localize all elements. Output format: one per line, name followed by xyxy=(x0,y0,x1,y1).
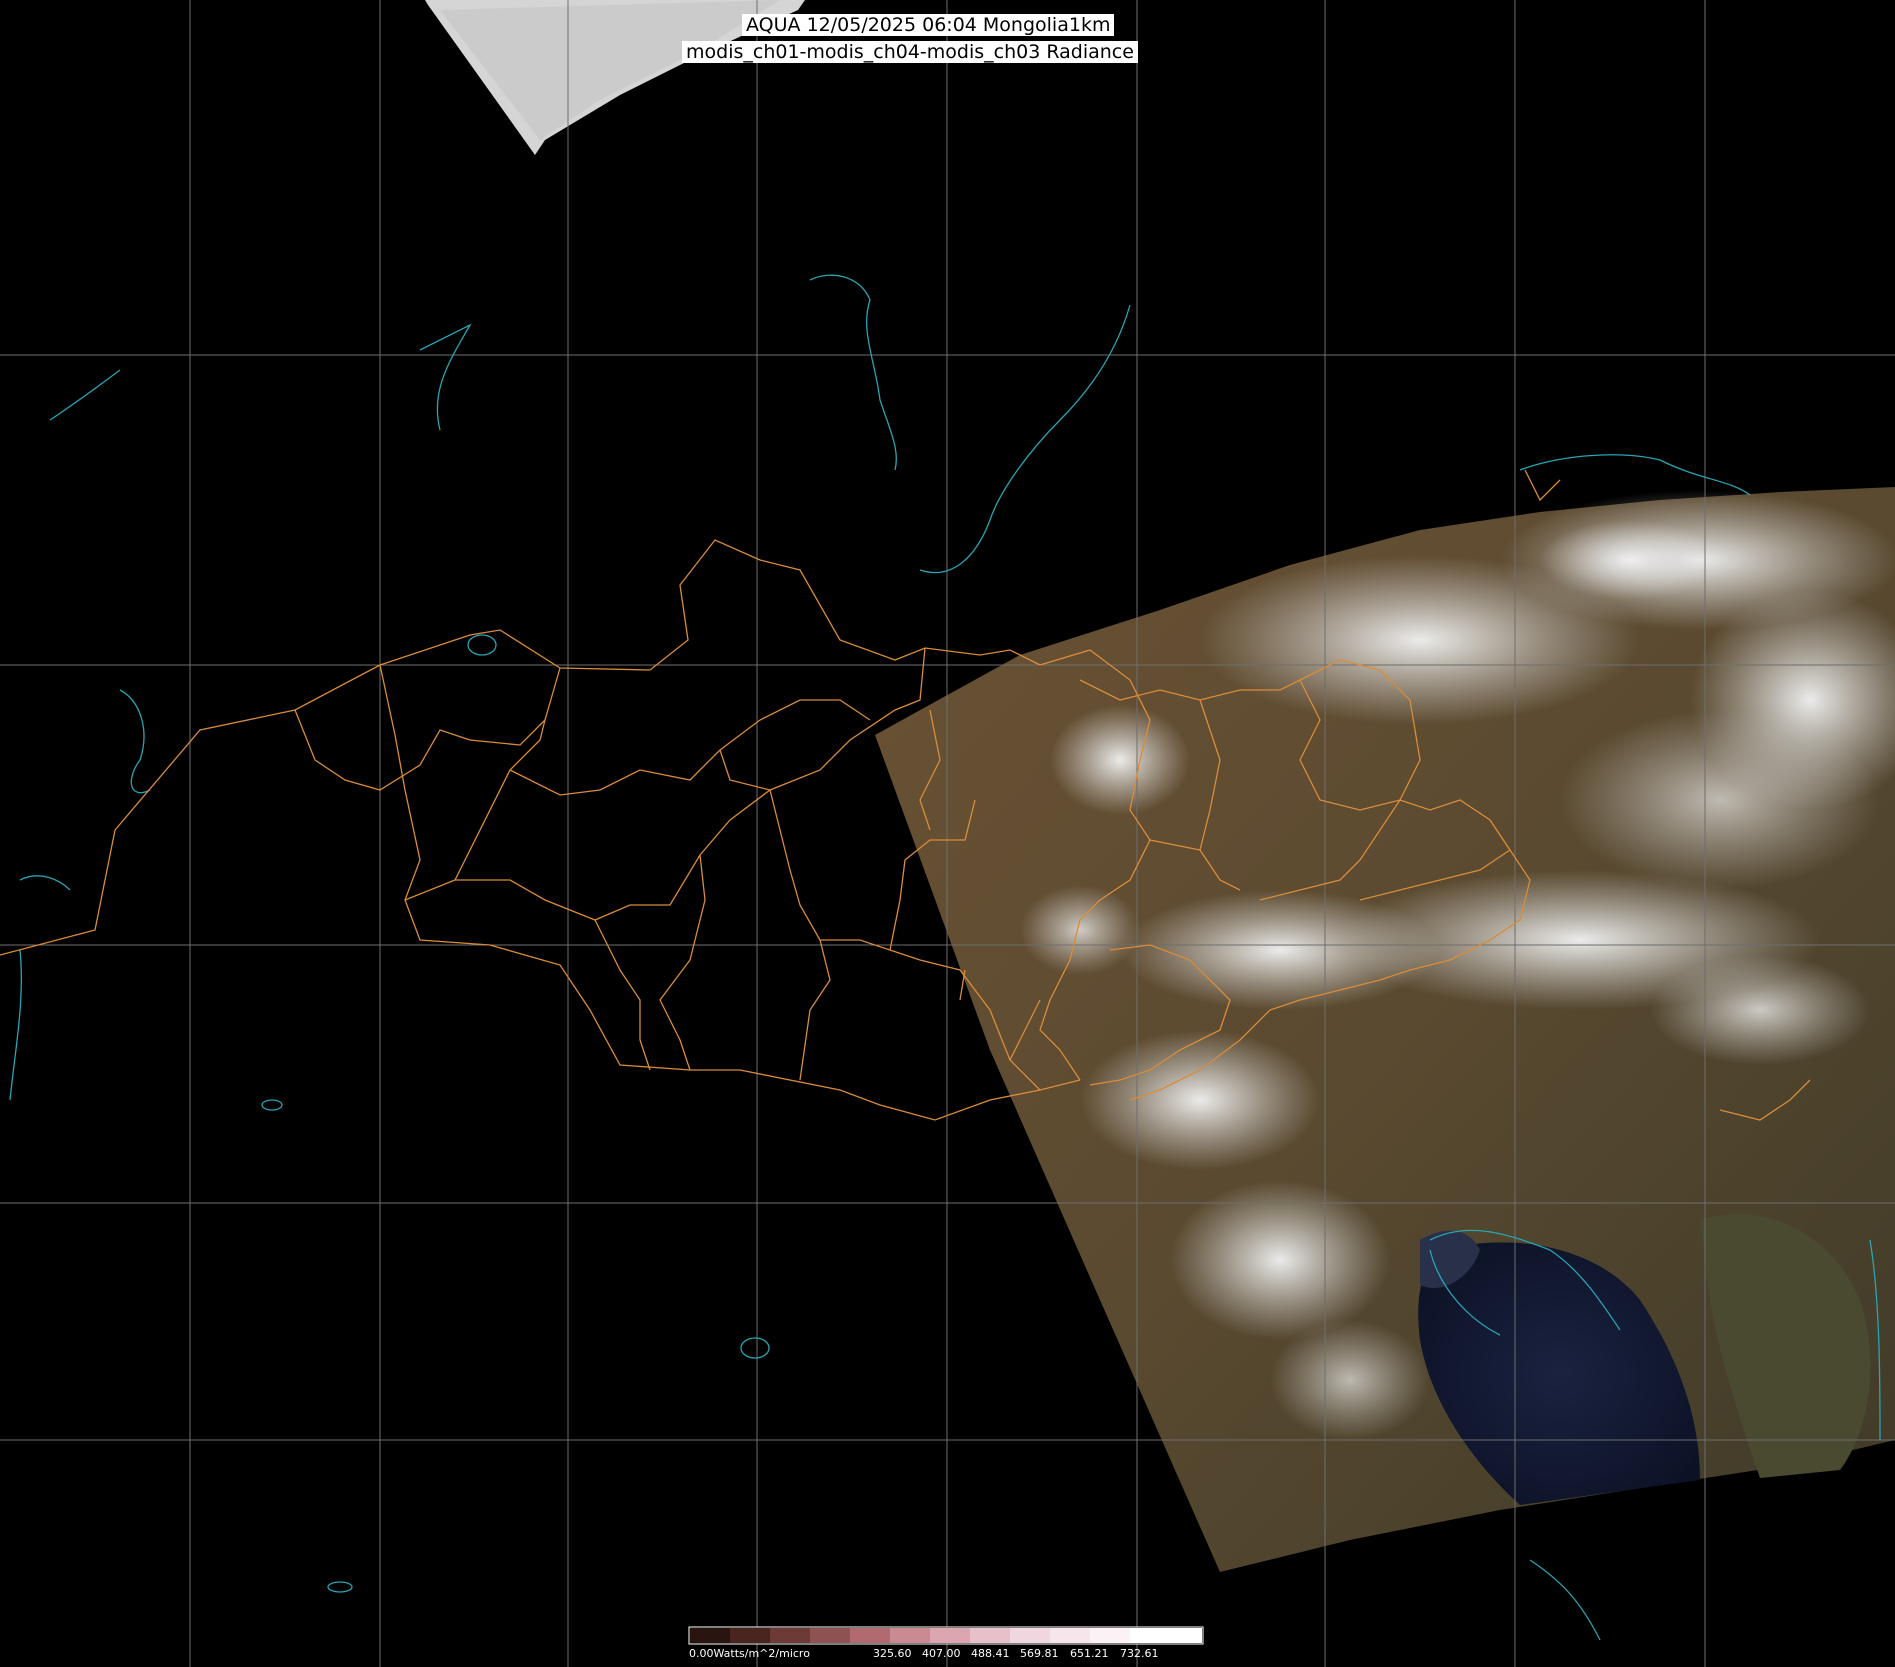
satellite-map xyxy=(0,0,1895,1667)
colorbar-unit-label: 0.00Watts/m^2/micro xyxy=(689,1647,810,1660)
colorbar xyxy=(688,1626,1204,1645)
colorbar-tick: 651.21 xyxy=(1070,1647,1109,1660)
satellite-swath xyxy=(875,487,1895,1572)
colorbar-tick: 732.61 xyxy=(1120,1647,1159,1660)
map-title-line1: AQUA 12/05/2025 06:04 Mongolia1km xyxy=(742,14,1115,36)
map-title-line2: modis_ch01-modis_ch04-modis_ch03 Radianc… xyxy=(682,41,1138,63)
colorbar-tick: 488.41 xyxy=(971,1647,1010,1660)
colorbar-tick: 569.81 xyxy=(1020,1647,1059,1660)
colorbar-tick: 407.00 xyxy=(922,1647,961,1660)
colorbar-tick: 325.60 xyxy=(873,1647,912,1660)
